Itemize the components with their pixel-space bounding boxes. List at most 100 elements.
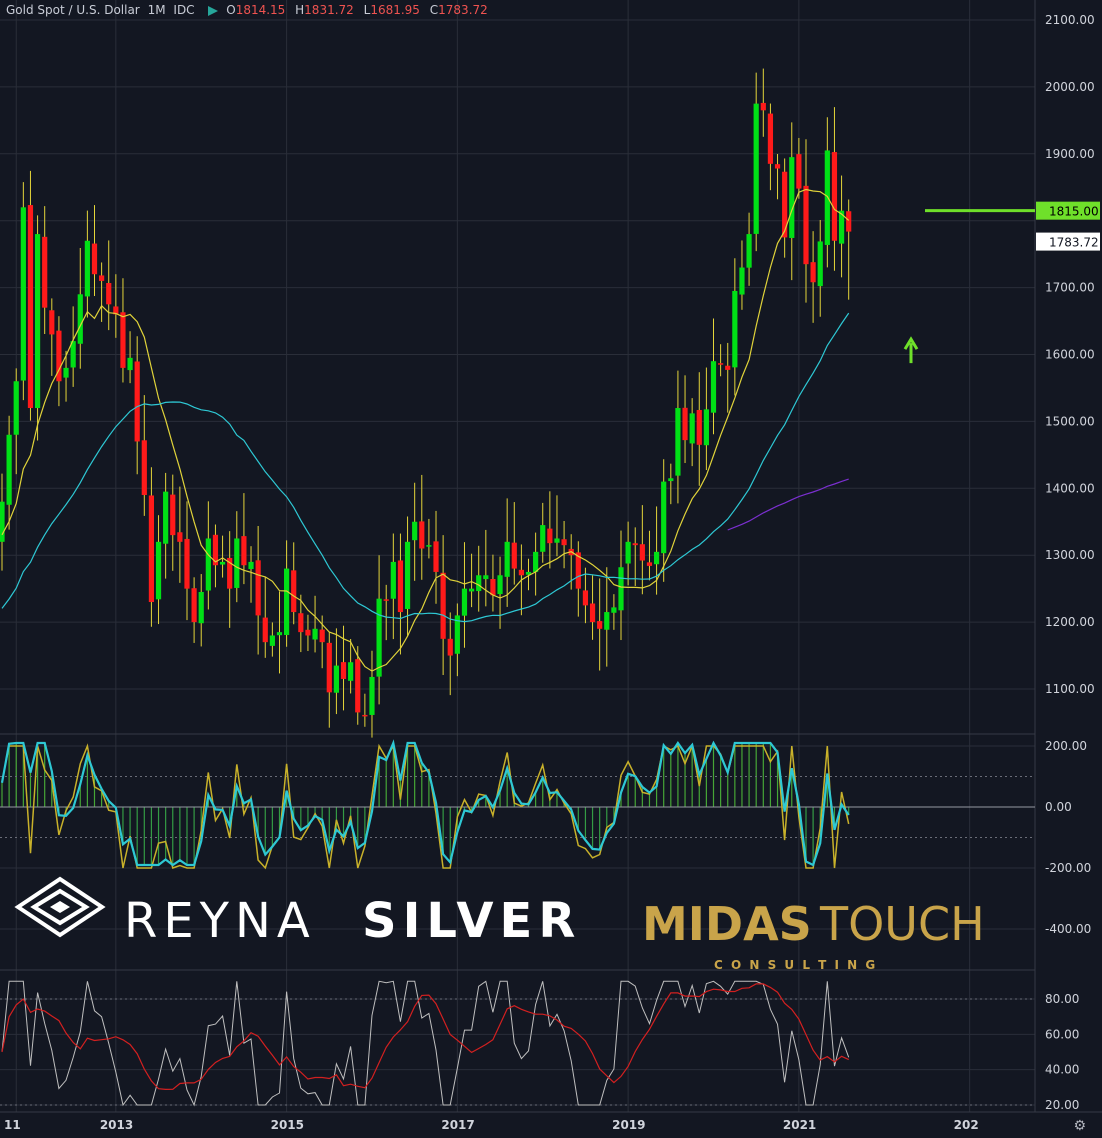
candle-up (675, 408, 681, 476)
high-value: 1831.72 (304, 3, 354, 17)
candle-up (333, 665, 340, 693)
price-tick-label: 1900.00 (1045, 147, 1095, 161)
low-value: 1681.95 (370, 3, 420, 17)
touch-brand-text: TOUCH (819, 897, 985, 951)
candle-down (326, 642, 332, 693)
reyna-brand-text: REYNA (124, 893, 316, 949)
price-tick-label: 1100.00 (1045, 682, 1095, 696)
time-tick-label: 2017 (441, 1118, 474, 1132)
candle-up (533, 551, 539, 573)
candle-down (106, 283, 112, 305)
level-price-label: 1815.00 (1049, 205, 1099, 219)
candle-up (618, 567, 624, 611)
candle-up (554, 538, 560, 543)
candle-up (248, 561, 254, 570)
candle-down (725, 365, 731, 370)
cci-tick-label: 0.00 (1045, 800, 1072, 814)
candle-down (170, 494, 176, 536)
stoch-tick-label: 40.00 (1045, 1063, 1079, 1077)
candle-up (84, 240, 90, 297)
candle-down (639, 544, 645, 561)
midas-touch-logo: MIDAS TOUCH C O N S U L T I N G (642, 897, 985, 972)
candle-up (269, 635, 275, 646)
candle-up (6, 434, 12, 505)
candle-up (276, 632, 283, 636)
candle-down (241, 536, 247, 566)
price-axis[interactable]: 1100.00 1200.00 1300.00 1400.00 1500.00 1600.… (4, 13, 1100, 1132)
candle-down (511, 542, 517, 569)
cci-tick-label: -200.00 (1045, 861, 1091, 875)
candle-up (476, 575, 482, 592)
candle-down (718, 363, 724, 365)
candle-up (219, 561, 226, 565)
candle-down (91, 243, 98, 275)
candle-down (561, 539, 567, 546)
reyna-silver-logo: REYNA SILVER (14, 876, 575, 949)
price-tick-label: 1600.00 (1045, 348, 1095, 362)
stoch-slow-line (1, 983, 849, 1091)
candle-up (312, 628, 318, 640)
candle-down (547, 528, 553, 544)
candle-down (767, 113, 774, 164)
ohlc-values: O1814.15 H1831.72 L1681.95 C1783.72 (226, 3, 494, 17)
consulting-text: C O N S U L T I N G (714, 958, 877, 972)
price-tick-label: 1700.00 (1045, 281, 1095, 295)
ma-short-line (1, 188, 850, 672)
candle-up (483, 575, 489, 580)
stoch-tick-label: 20.00 (1045, 1098, 1079, 1112)
candle-down (582, 590, 589, 606)
candles (0, 68, 852, 738)
candle-up (198, 591, 204, 624)
time-tick-label: 2021 (783, 1118, 816, 1132)
candle-down (298, 613, 304, 633)
candle-up (284, 568, 290, 635)
candle-up (77, 294, 83, 344)
candle-down (803, 185, 809, 265)
candle-down (291, 570, 297, 613)
candle-up (20, 207, 26, 381)
candle-up (504, 541, 510, 577)
candle-down (305, 629, 311, 636)
candle-down (433, 541, 439, 572)
candle-up (753, 103, 759, 234)
candle-up (689, 413, 695, 444)
exchange-label: IDC (173, 3, 195, 17)
candle-down (846, 211, 852, 232)
candle-down (42, 236, 48, 308)
settings-gear-icon[interactable]: ⚙ (1073, 1118, 1086, 1134)
candle-up (426, 545, 432, 547)
price-tick-label: 1200.00 (1045, 615, 1095, 629)
candle-down (99, 275, 105, 281)
candle-down (682, 407, 688, 441)
stochastic-panel (0, 980, 1035, 1107)
open-value: 1814.15 (235, 3, 286, 17)
candle-down (796, 154, 802, 189)
candle-down (355, 659, 361, 713)
candle-up (390, 561, 396, 599)
interval-label[interactable]: 1M (148, 3, 166, 17)
symbol-title: Gold Spot / U.S. Dollar (6, 3, 140, 17)
last-price-label: 1783.72 (1049, 236, 1099, 250)
candle-up (497, 575, 503, 595)
candle-down (120, 312, 126, 368)
candle-down (362, 714, 368, 717)
chart-canvas[interactable]: REYNA SILVER MIDAS TOUCH C O N S U L T I N G… (0, 0, 1102, 1138)
candle-down (782, 171, 788, 238)
ma-long-line (727, 478, 849, 531)
candle-down (134, 361, 140, 442)
candle-up (540, 525, 546, 552)
close-value: 1783.72 (438, 3, 488, 17)
candle-up (468, 588, 475, 592)
close-label: C (429, 3, 439, 17)
candle-down (184, 538, 190, 589)
cci-tick-label: 200.00 (1045, 739, 1087, 753)
candle-down (262, 617, 268, 643)
candle-up (155, 541, 162, 600)
candle-up (205, 538, 211, 591)
candle-down (589, 603, 596, 623)
candle-up (732, 290, 738, 368)
candle-up (710, 361, 717, 413)
cci-panel (0, 739, 1035, 870)
time-tick-label: 2013 (100, 1118, 133, 1132)
candle-down (447, 638, 453, 656)
